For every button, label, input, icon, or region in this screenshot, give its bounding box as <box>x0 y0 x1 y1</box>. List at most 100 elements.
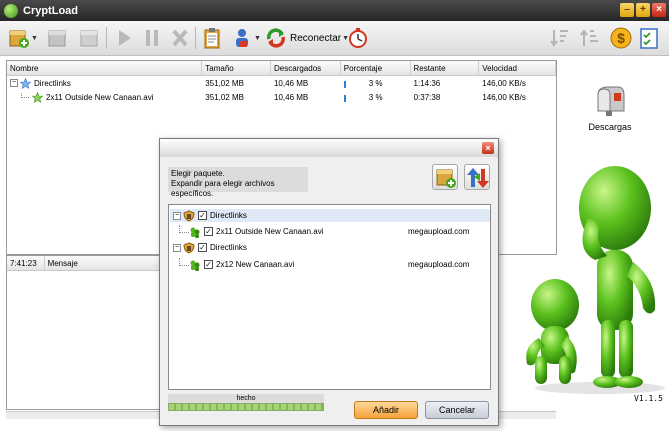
log-time: 7:41:23 <box>7 256 45 270</box>
package-disabled-button[interactable] <box>78 25 100 51</box>
file-checkbox[interactable]: ✓ <box>204 260 213 269</box>
column-header-size[interactable]: Tamaño <box>202 61 272 75</box>
instruction-line-1: Elegir paquete. <box>171 169 225 178</box>
package-speed: 146,00 KB/s <box>482 78 526 88</box>
start-button[interactable] <box>113 25 135 51</box>
log-message-header[interactable]: Mensaje <box>45 256 167 270</box>
cancel-button[interactable]: Cancelar <box>425 401 489 419</box>
dropdown-arrow-icon[interactable]: ▼ <box>254 35 261 42</box>
stop-button[interactable] <box>169 25 191 51</box>
sort-up-icon <box>580 29 598 46</box>
mailbox-icon <box>597 86 625 116</box>
sort-down-icon <box>550 30 568 47</box>
collapse-toggle[interactable]: − <box>10 79 18 87</box>
reconnect-button[interactable]: Reconectar ▼ <box>265 25 349 51</box>
collapse-toggle[interactable]: − <box>173 243 181 252</box>
package-button[interactable] <box>46 25 68 51</box>
package-tree[interactable]: − ✓ Directlinks ✓ 2x11 Outside New Canaa… <box>168 204 491 390</box>
package-percent: 3 % <box>341 79 411 88</box>
tree-package-row[interactable]: − ✓ Directlinks <box>170 209 490 222</box>
dialog-instructions: Elegir paquete. Expandir para elegir arc… <box>168 167 308 198</box>
downloads-side-button[interactable]: Descargas <box>584 85 636 132</box>
package-checkbox[interactable]: ✓ <box>198 243 207 252</box>
column-header-name[interactable]: Nombre <box>7 61 203 75</box>
clipboard-button[interactable] <box>201 25 223 51</box>
title-bar: CryptLoad – + × <box>0 0 669 21</box>
progress-bar <box>168 403 324 411</box>
options-button[interactable] <box>638 25 660 51</box>
toolbar: ▼ ▼ Reconectar ▼ $ <box>0 21 669 56</box>
collapse-toggle[interactable]: − <box>173 211 181 220</box>
pause-button[interactable] <box>141 25 163 51</box>
maximize-button[interactable]: + <box>636 3 650 17</box>
package-row[interactable]: − Directlinks 351,02 MB 10,46 MB 3 % 1:1… <box>7 76 556 90</box>
file-percent-text: 3 % <box>368 92 383 102</box>
tree-file-name: 2x11 Outside New Canaan.avi <box>216 227 324 236</box>
package-checkbox[interactable]: ✓ <box>198 211 207 220</box>
file-percent: 3 % <box>341 93 411 102</box>
file-downloaded: 10,46 MB <box>274 92 309 102</box>
tree-file-row[interactable]: ✓ 2x11 Outside New Canaan.avi megaupload… <box>170 224 490 238</box>
dropdown-arrow-icon[interactable]: ▼ <box>31 35 38 42</box>
donate-button[interactable]: $ <box>610 25 632 51</box>
add-package-button[interactable]: ▼ <box>8 25 38 51</box>
column-header-speed[interactable]: Velocidad <box>479 61 556 75</box>
close-button[interactable]: × <box>652 3 666 17</box>
donate-icon: $ <box>610 27 632 49</box>
file-star-icon <box>32 91 43 103</box>
package-name: Directlinks <box>34 78 71 88</box>
downloads-header: Nombre Tamaño Descargados Porcentaje Res… <box>7 61 556 76</box>
move-down-button[interactable] <box>548 25 570 51</box>
progress-label: hecho <box>168 394 324 403</box>
package-size: 351,02 MB <box>205 78 244 88</box>
stopwatch-icon <box>349 28 367 48</box>
svg-text:$: $ <box>617 30 625 46</box>
add-button[interactable]: Añadir <box>354 401 418 419</box>
dialog-title-bar: × <box>160 139 498 157</box>
log-panel: 7:41:23 Mensaje <box>6 255 168 410</box>
checklist-icon <box>640 28 658 49</box>
file-people-icon <box>190 227 200 238</box>
tree-file-name: 2x12 New Canaan.avi <box>216 260 295 269</box>
add-package-icon <box>436 169 456 188</box>
pause-icon <box>146 30 158 46</box>
package-progress-bar <box>343 80 346 88</box>
user-button[interactable]: ▼ <box>231 25 261 51</box>
package-downloaded: 10,46 MB <box>273 78 309 88</box>
package-shield-icon <box>183 241 195 254</box>
reconnect-icon <box>267 28 285 48</box>
sort-arrows-icon <box>467 168 489 188</box>
file-remaining: 0:37:38 <box>413 92 441 102</box>
package-star-icon <box>20 77 31 89</box>
dialog-close-button[interactable]: × <box>482 142 494 154</box>
add-package-dialog-button[interactable] <box>432 164 458 190</box>
move-up-button[interactable] <box>578 25 600 51</box>
instruction-line-2: Expandir para elegir archivos específico… <box>171 179 275 198</box>
stop-icon <box>172 29 188 47</box>
sort-dialog-button[interactable] <box>464 164 490 190</box>
reconnect-label: Reconectar <box>290 32 342 44</box>
minimize-button[interactable]: – <box>620 3 634 17</box>
mascot-figures-image <box>526 166 665 394</box>
file-size: 351,02 MB <box>205 92 244 102</box>
choose-package-dialog: × Elegir paquete. Expandir para elegir a… <box>159 138 499 426</box>
package-shield-icon <box>183 209 195 222</box>
dialog-progress: hecho <box>168 394 324 412</box>
add-package-icon <box>9 30 29 48</box>
column-header-downloaded[interactable]: Descargados <box>271 61 341 75</box>
tree-file-row[interactable]: ✓ 2x12 New Canaan.avi megaupload.com <box>170 257 490 271</box>
window-controls: – + × <box>620 3 666 17</box>
tree-package-row[interactable]: − ✓ Directlinks <box>170 241 490 254</box>
version-label: V1.1.5 <box>634 394 663 403</box>
column-header-percent[interactable]: Porcentaje <box>341 61 411 75</box>
file-people-icon <box>190 260 200 271</box>
file-name: 2x11 Outside New Canaan.avi <box>46 92 154 102</box>
file-speed: 146,00 KB/s <box>482 92 526 102</box>
tree-file-host: megaupload.com <box>408 227 470 236</box>
file-row[interactable]: 2x11 Outside New Canaan.avi 351,02 MB 10… <box>7 90 556 104</box>
column-header-remaining[interactable]: Restante <box>411 61 480 75</box>
window-title: CryptLoad <box>23 4 78 17</box>
file-checkbox[interactable]: ✓ <box>204 227 213 236</box>
timer-button[interactable] <box>347 25 369 51</box>
tree-package-name: Directlinks <box>210 243 247 252</box>
